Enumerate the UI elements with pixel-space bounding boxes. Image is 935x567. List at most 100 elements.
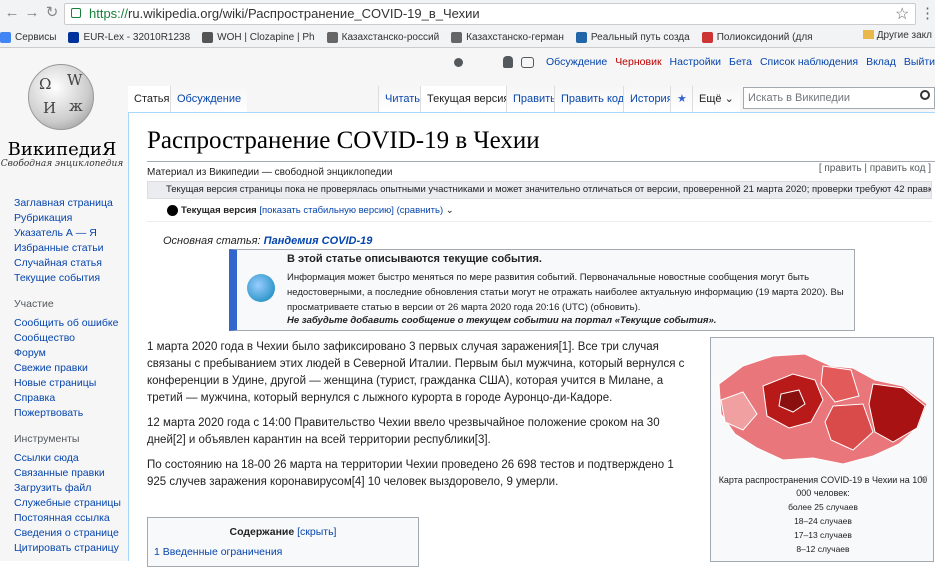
other-bookmarks[interactable]: Другие закл (850, 27, 935, 44)
enlarge-icon[interactable]: ⇲ (919, 474, 927, 485)
personal-link[interactable]: Настройки (670, 56, 722, 68)
logo-tagline: Свободная энциклопедия (0, 159, 124, 169)
tab-more[interactable]: Ещё ⌄ (692, 86, 740, 112)
sidebar-link[interactable]: Служебные страницы (14, 496, 124, 511)
personal-links: Обсуждение Черновик Настройки Бета Список на… (538, 56, 935, 68)
toc-item-label[interactable]: 1 Введенные ограничения (154, 546, 282, 558)
sidebar-link[interactable]: Загрузить файл (14, 481, 124, 496)
title-divider (147, 161, 935, 162)
sidebar-link[interactable]: Цитировать страницу (14, 541, 124, 556)
hatnote: Основная статья: Пандемия COVID-19 (163, 235, 372, 247)
article-body: 1 марта 2020 года в Чехии было зафиксиро… (147, 339, 687, 499)
sidebar-link[interactable]: Случайная статья (14, 256, 124, 271)
sidebar-tools: Ссылки сюда Связанные правки Загрузить фай… (14, 451, 124, 556)
sidebar-link[interactable]: Пожертвовать (14, 406, 124, 421)
folder-icon (862, 30, 874, 39)
bookmark-favicon-icon (575, 31, 587, 43)
version-label: Текущая версия (181, 205, 257, 216)
address-bar[interactable]: https://ru.wikipedia.org/wiki/Распростра… (64, 3, 916, 25)
show-stable-version-link[interactable]: [показать стабильную версию] (сравнить) (259, 205, 443, 216)
sidebar-link[interactable]: Избранные статьи (14, 241, 124, 256)
tab-current-version[interactable]: Текущая версия (420, 86, 516, 112)
bookmark-favicon-icon (701, 31, 713, 43)
lock-icon (71, 8, 81, 18)
sidebar-link[interactable]: Сообщить об ошибке (14, 316, 124, 331)
personal-link[interactable]: Обсуждение (546, 56, 607, 68)
sidebar-link[interactable]: Новые страницы (14, 376, 124, 391)
bookmark-item[interactable]: Сервисы (0, 31, 56, 43)
sidebar-link[interactable]: Указатель А — Я (14, 226, 124, 241)
personal-link[interactable]: Список наблюдения (760, 56, 858, 68)
paragraph: 1 марта 2020 года в Чехии было зафиксиро… (147, 341, 685, 404)
personal-link[interactable]: Вклад (866, 56, 896, 68)
divider (147, 221, 932, 222)
sidebar-link[interactable]: Сведения о странице (14, 526, 124, 541)
search-placeholder: Искать в Википедии (748, 92, 851, 104)
sidebar-link[interactable]: Связанные правки (14, 466, 124, 481)
hatnote-link[interactable]: Пандемия COVID-19 (264, 235, 373, 247)
bookmark-label: WOH | Clozapine | Ph (217, 31, 315, 43)
toc-hide-link[interactable]: [скрыть] (297, 526, 336, 538)
search-input[interactable]: Искать в Википедии (743, 87, 935, 109)
toc-header: Содержание [скрыть] (148, 526, 418, 538)
back-icon[interactable]: ← (2, 3, 22, 23)
sidebar-heading-participation: Участие (14, 298, 54, 310)
personal-link[interactable]: Бета (729, 56, 752, 68)
bookmark-item[interactable]: WOH | Clozapine | Ph (202, 31, 315, 43)
toc-title: Содержание (229, 526, 295, 538)
sidebar-link[interactable]: Ссылки сюда (14, 451, 124, 466)
site-sub: Материал из Википедии — свободной энцикл… (147, 167, 393, 178)
sidebar-link[interactable]: Справка (14, 391, 124, 406)
sidebar-link[interactable]: Заглавная страница (14, 196, 124, 211)
legend-item: более 25 случаев (788, 502, 858, 512)
bookmark-star-icon[interactable]: ☆ (895, 4, 909, 24)
tab-talk[interactable]: Обсуждение (170, 86, 248, 112)
version-indicator: Текущая версия [показать стабильную верс… (167, 201, 454, 221)
messages-tray-icon[interactable] (521, 56, 534, 68)
notifications-bell-icon[interactable] (503, 56, 513, 68)
toc-item[interactable]: 1 Введенные ограничения (154, 546, 282, 558)
edit-section-links[interactable]: [ править | править код ] (819, 163, 931, 174)
paragraph: По состоянию на 18-00 26 марта на террит… (147, 459, 674, 488)
bookmark-item[interactable]: Казахстанско-герман (451, 31, 564, 43)
tab-read[interactable]: Читать (378, 86, 427, 112)
tab-article[interactable]: Статья (128, 86, 176, 112)
legend-item: 8–12 случаев (796, 544, 850, 554)
bookmark-item[interactable]: EUR-Lex - 32010R1238 (68, 31, 190, 43)
version-status-icon (167, 204, 178, 216)
sidebar-navigation: Заглавная страница Рубрикация Указатель А … (14, 196, 124, 286)
browser-menu-icon[interactable]: ⋮ (920, 4, 935, 22)
bookmark-label: Казахстанско-россий (341, 31, 440, 43)
bookmark-item[interactable]: Реальный путь созда (575, 31, 690, 43)
sidebar-link[interactable]: Постоянная ссылка (14, 511, 124, 526)
personal-link[interactable]: Выйти (904, 56, 935, 68)
bookmark-favicon-icon (0, 31, 11, 43)
other-bookmarks-label: Другие закл (876, 30, 932, 41)
wikipedia-logo[interactable]: ΩWИж ВикипедиЯ Свободная энциклопедия (0, 48, 128, 178)
sidebar-link[interactable]: Форум (14, 346, 124, 361)
user-icon[interactable] (454, 57, 463, 67)
personal-link[interactable]: Черновик (615, 56, 661, 68)
chevron-down-icon[interactable]: ⌄ (446, 205, 454, 216)
legend-item: 17–13 случаев (794, 530, 852, 540)
bookmark-item[interactable]: Полиоксидоний (для (701, 31, 813, 43)
bookmark-item[interactable]: Казахстанско-россий (326, 31, 440, 43)
browser-chrome: ← → ↻ https://ru.wikipedia.org/wiki/Расп… (0, 0, 935, 48)
forward-icon[interactable]: → (22, 3, 42, 23)
tab-edit-code[interactable]: Править код (554, 86, 631, 112)
reload-icon[interactable]: ↻ (42, 3, 62, 23)
czech-map-image[interactable] (713, 344, 931, 472)
search-icon[interactable] (920, 90, 930, 100)
infobox-map: Карта распространения COVID-19 в Чехии н… (710, 337, 934, 562)
bookmark-favicon-icon (326, 31, 338, 43)
sidebar-link[interactable]: Рубрикация (14, 211, 124, 226)
notice-text: Информация может быстро меняться по мере… (287, 272, 844, 313)
sidebar-link[interactable]: Сообщество (14, 331, 124, 346)
flagged-revision-notice: Текущая версия страницы пока не проверял… (147, 181, 932, 199)
puzzle-globe-icon: ΩWИж (28, 64, 94, 130)
url-text: ru.wikipedia.org/wiki/Распространение_CO… (128, 6, 480, 21)
watch-star-icon[interactable]: ★ (670, 86, 693, 112)
caption-title: Карта распространения COVID-19 в Чехии н… (718, 475, 928, 498)
sidebar-link[interactable]: Текущие события (14, 271, 124, 286)
sidebar-link[interactable]: Свежие правки (14, 361, 124, 376)
